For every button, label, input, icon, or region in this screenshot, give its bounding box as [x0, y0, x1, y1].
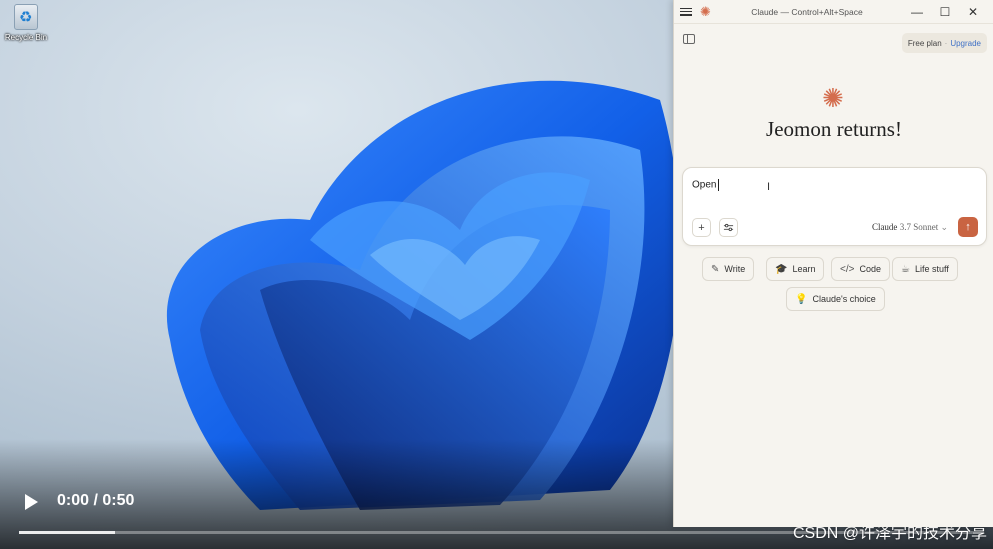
claude-window: ✺ Claude — Control+Alt+Space — ☐ ✕ Free … — [673, 0, 993, 527]
recycle-bin-icon — [14, 4, 38, 30]
plan-label: Free plan — [907, 38, 942, 48]
add-attachment-button[interactable]: + — [692, 218, 711, 237]
recycle-bin-label: Recycle Bin — [4, 33, 48, 42]
suggestion-write[interactable]: ✎ Write — [702, 257, 755, 281]
plan-separator: · — [944, 38, 948, 48]
plus-icon: + — [698, 221, 705, 234]
coffee-cup-icon: ☕ — [901, 263, 910, 275]
sliders-icon — [723, 223, 734, 232]
upgrade-link[interactable]: Upgrade — [950, 39, 981, 48]
graduation-cap-icon: 🎓 — [775, 263, 788, 275]
message-composer[interactable]: Open I + Claude 3.7 Sonnet ⌄ ↑ — [682, 167, 987, 246]
window-title: Claude — Control+Alt+Space — [751, 6, 863, 17]
arrow-up-icon: ↑ — [965, 221, 971, 233]
model-version: 3.7 Sonnet — [899, 222, 939, 232]
text-caret — [718, 179, 720, 191]
pencil-icon: ✎ — [711, 263, 720, 275]
claude-star-icon: ✺ — [822, 83, 844, 113]
claude-logo-icon: ✺ — [700, 4, 711, 19]
hamburger-menu-icon[interactable] — [680, 6, 692, 18]
lightbulb-icon: 💡 — [795, 293, 808, 305]
video-time: 0:00 / 0:50 — [57, 492, 135, 509]
suggestion-life-stuff[interactable]: ☕ Life stuff — [892, 257, 958, 281]
suggestion-learn[interactable]: 🎓 Learn — [766, 257, 825, 281]
model-name: Claude — [871, 222, 898, 232]
greeting-heading: Jeomon returns! — [766, 117, 902, 141]
message-input-text: Open — [692, 179, 717, 191]
play-icon[interactable] — [18, 490, 42, 514]
chevron-down-icon: ⌄ — [940, 222, 948, 232]
send-button[interactable]: ↑ — [958, 217, 978, 237]
suggestion-label: Code — [859, 264, 881, 274]
suggestion-label: Write — [724, 264, 746, 274]
suggestion-label: Life stuff — [914, 264, 949, 274]
plan-badge: Free plan · Upgrade — [901, 33, 987, 53]
close-icon[interactable]: ✕ — [959, 5, 987, 19]
tools-button[interactable] — [719, 218, 738, 237]
video-progress-fill — [19, 531, 115, 534]
suggestion-code[interactable]: </> Code — [831, 257, 890, 281]
text-cursor-icon: I — [767, 181, 771, 193]
minimize-icon[interactable]: — — [903, 5, 931, 19]
suggestion-label: Claude's choice — [812, 294, 876, 304]
suggestion-claudes-choice[interactable]: 💡 Claude's choice — [786, 287, 885, 311]
title-bar: ✺ Claude — Control+Alt+Space — ☐ ✕ — [674, 0, 993, 24]
sidebar-toggle-icon[interactable] — [683, 34, 695, 44]
code-icon: </> — [840, 263, 855, 275]
suggestion-label: Learn — [792, 264, 816, 274]
model-selector[interactable]: Claude 3.7 Sonnet ⌄ — [872, 222, 948, 233]
recycle-bin[interactable]: Recycle Bin — [4, 4, 48, 42]
maximize-icon[interactable]: ☐ — [931, 5, 959, 19]
message-input[interactable]: Open — [692, 179, 720, 191]
